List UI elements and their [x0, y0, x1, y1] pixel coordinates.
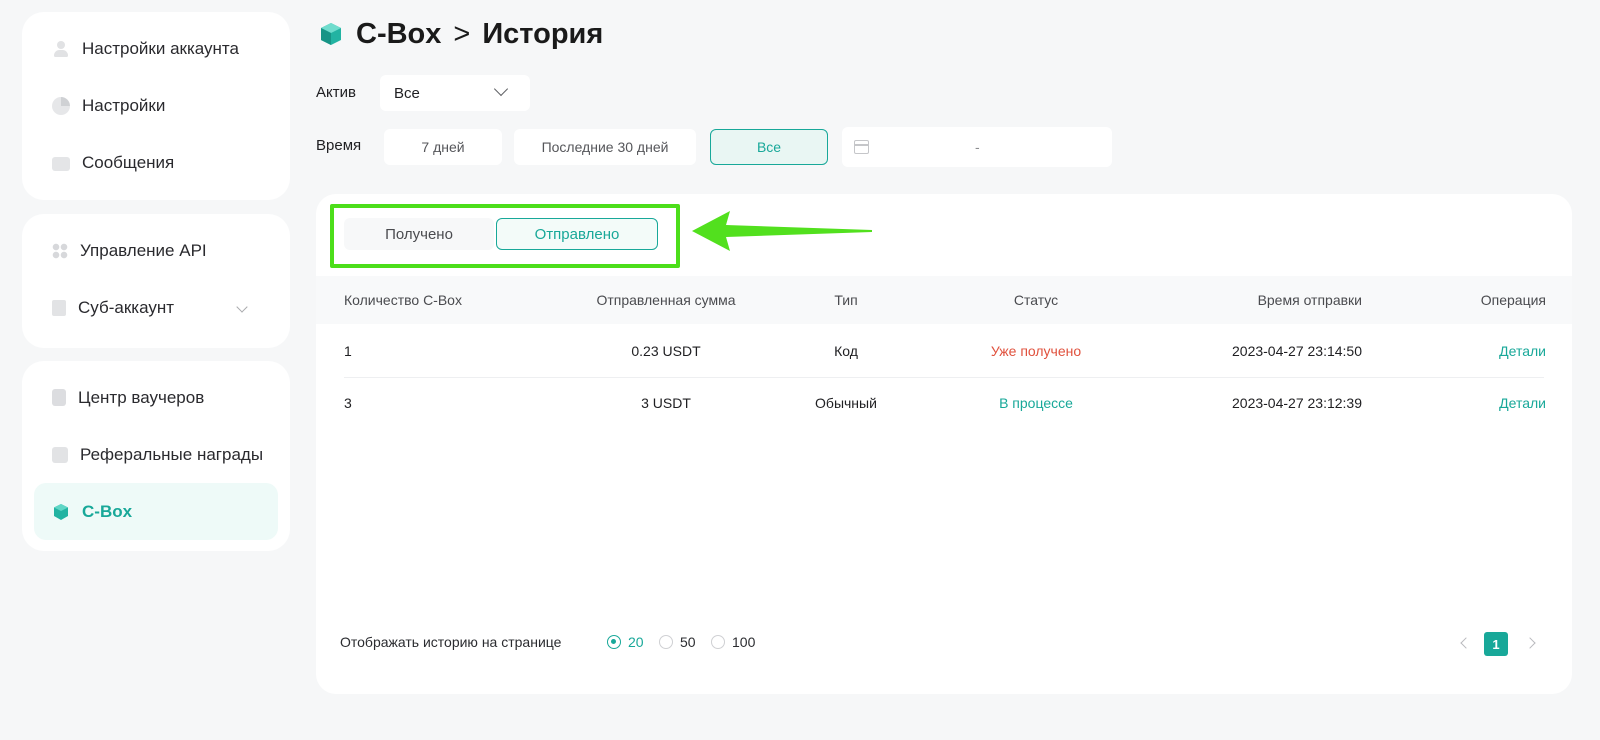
- cell-amount: 3 USDT: [641, 395, 691, 411]
- column-header: Статус: [1013, 292, 1059, 308]
- cell-type: Код: [834, 343, 858, 359]
- status-badge: В процессе: [999, 395, 1073, 411]
- sidebar-item-cbox[interactable]: C-Box: [34, 483, 278, 540]
- details-link[interactable]: Детали: [1376, 377, 1546, 429]
- status-badge: Уже получено: [990, 343, 1082, 359]
- breadcrumb-current: История: [482, 17, 604, 50]
- gift-icon: [52, 446, 68, 463]
- annotation-arrow-icon: [692, 211, 872, 251]
- breadcrumb-separator: >: [453, 17, 471, 50]
- message-icon: [52, 156, 70, 171]
- breadcrumb-root[interactable]: C-Box: [356, 18, 441, 51]
- sidebar-item-label: Управление API: [80, 240, 207, 260]
- per-page-option-50[interactable]: 50: [659, 634, 696, 650]
- cbox-icon: [318, 21, 344, 47]
- sidebar-item-referral-rewards[interactable]: Реферальные награды: [34, 426, 278, 483]
- column-header: Операция: [1480, 292, 1546, 308]
- sidebar-item-label: Центр ваучеров: [78, 387, 205, 407]
- history-card: [316, 194, 1572, 694]
- voucher-icon: [52, 389, 66, 406]
- per-page-option-label: 20: [628, 634, 644, 650]
- date-range-picker[interactable]: -: [842, 127, 1112, 167]
- table-row: 1 0.23 USDT Код Уже получено 2023-04-27 …: [316, 325, 1572, 377]
- sidebar-item-label: Суб-аккаунт: [78, 297, 175, 317]
- cell-count: 3: [344, 395, 352, 411]
- table-header: Количество C-Box Отправленная сумма Тип …: [316, 276, 1572, 324]
- per-page-label: Отображать историю на странице: [340, 634, 562, 650]
- sidebar-item-label: Настройки аккаунта: [82, 38, 239, 58]
- user-icon: [52, 40, 70, 58]
- cbox-icon: [52, 503, 70, 521]
- column-header: Отправленная сумма: [596, 292, 736, 308]
- calendar-icon: [854, 140, 869, 154]
- sidebar-item-account-settings[interactable]: Настройки аккаунта: [34, 20, 278, 77]
- sidebar-group-rewards: Центр ваучеров Реферальные награды C-Box: [22, 361, 290, 551]
- asset-filter-label: Актив: [316, 84, 356, 101]
- sidebar-group-api: Управление API Суб-аккаунт: [22, 214, 290, 348]
- per-page-option-20[interactable]: 20: [607, 634, 644, 650]
- cell-type: Обычный: [815, 395, 877, 411]
- column-header: Время отправки: [1257, 292, 1362, 308]
- cell-time: 2023-04-27 23:12:39: [1232, 395, 1362, 411]
- table-row: 3 3 USDT Обычный В процессе 2023-04-27 2…: [316, 377, 1572, 429]
- sidebar-item-label: Реферальные награды: [80, 444, 264, 464]
- cell-amount: 0.23 USDT: [631, 343, 701, 359]
- column-header: Количество C-Box: [344, 292, 462, 308]
- chevron-down-icon[interactable]: [236, 301, 248, 313]
- time-filter-label: Время: [316, 137, 362, 154]
- sidebar-item-sub-account[interactable]: Суб-аккаунт: [34, 279, 278, 336]
- per-page-option-label: 50: [680, 634, 696, 650]
- per-page-option-100[interactable]: 100: [711, 634, 755, 650]
- cell-count: 1: [344, 343, 352, 359]
- sidebar-item-label: Настройки: [82, 95, 166, 115]
- sidebar-group-account: Настройки аккаунта Настройки Сообщения: [22, 12, 290, 200]
- api-icon: [52, 242, 68, 259]
- radio-icon: [711, 635, 725, 649]
- radio-icon: [659, 635, 673, 649]
- sidebar-item-label: C-Box: [82, 501, 133, 521]
- column-header: Тип: [834, 292, 858, 308]
- settings-pie-icon: [52, 96, 70, 115]
- page-number-current[interactable]: 1: [1484, 632, 1508, 656]
- asset-select-value: Все: [394, 84, 420, 102]
- per-page-option-label: 100: [732, 634, 756, 650]
- cell-time: 2023-04-27 23:14:50: [1232, 343, 1362, 359]
- sidebar-item-label: Сообщения: [82, 152, 175, 172]
- annotation-highlight-box: [330, 204, 680, 268]
- time-option-7-days[interactable]: 7 дней: [384, 129, 502, 165]
- details-link[interactable]: Детали: [1376, 325, 1546, 377]
- asset-select[interactable]: Все: [380, 75, 530, 111]
- sidebar-item-settings[interactable]: Настройки: [34, 77, 278, 134]
- page-title: C-Box > История: [318, 14, 603, 54]
- sub-account-icon: [52, 299, 66, 316]
- time-option-all[interactable]: Все: [710, 129, 828, 165]
- sidebar-item-messages[interactable]: Сообщения: [34, 134, 278, 191]
- radio-selected-icon: [607, 635, 621, 649]
- time-option-30-days[interactable]: Последние 30 дней: [514, 129, 696, 165]
- sidebar-item-api-management[interactable]: Управление API: [34, 222, 278, 279]
- date-range-separator: -: [975, 139, 980, 155]
- chevron-down-icon: [493, 81, 509, 97]
- sidebar-item-voucher-center[interactable]: Центр ваучеров: [34, 369, 278, 426]
